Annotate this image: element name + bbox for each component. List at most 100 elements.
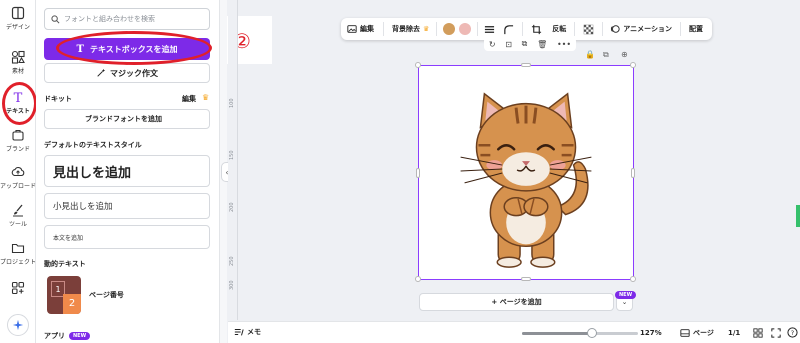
heading-style-card[interactable]: 見出しを追加 [44, 155, 210, 187]
zoom-slider[interactable] [522, 328, 638, 338]
rotate-icon[interactable]: ↻ [489, 40, 496, 49]
corner-rounding-button[interactable] [503, 24, 514, 35]
resize-handle-left[interactable] [416, 168, 420, 178]
resize-handle-tr[interactable] [630, 62, 636, 68]
brand-kit-edit-link[interactable]: 編集 [182, 94, 196, 104]
font-search-input[interactable]: フォントと組み合わせを検索 [44, 8, 210, 30]
checkerboard-icon [583, 24, 594, 34]
subheading-style-card[interactable]: 小見出しを追加 [44, 193, 210, 219]
rounded-corner-icon [504, 24, 514, 34]
animation-icon [611, 25, 620, 33]
magic-write-button[interactable]: マジック作文 [44, 63, 210, 83]
rail-item-apps[interactable] [0, 281, 36, 295]
lines-icon [485, 25, 495, 33]
zoom-slider-fill [522, 332, 592, 335]
flip-button[interactable]: 反転 [552, 24, 566, 34]
zoom-percentage[interactable]: 127% [640, 329, 662, 337]
page-number-label: ページ番号 [89, 291, 124, 299]
subheading-style-text: 小見出しを追加 [53, 202, 113, 212]
duplicate-icon[interactable]: ⧉ [522, 39, 528, 49]
rail-label-uploads: アップロード [0, 183, 37, 190]
ruler-tick-250: 250 [229, 256, 235, 266]
color-swatch-tan[interactable] [443, 23, 456, 35]
zoom-slider-knob[interactable] [586, 328, 597, 338]
ruler-tick-150: 150 [229, 150, 235, 160]
rail-item-design[interactable]: デザイン [0, 6, 36, 31]
border-style-button[interactable] [484, 24, 495, 35]
rail-label-tools: ツール [8, 221, 27, 228]
position-label: 配置 [689, 25, 704, 33]
resize-handle-br[interactable] [630, 276, 636, 282]
notes-button[interactable]: メモ [234, 327, 261, 337]
crown-icon: ♛ [202, 93, 210, 102]
toolbar-divider [602, 22, 604, 36]
apps-section-heading: アプリ NEW [44, 331, 91, 341]
help-icon[interactable]: ? [787, 327, 798, 338]
rail-label-brand: ブランド [5, 146, 30, 153]
rail-item-projects[interactable]: プロジェクト [0, 241, 36, 266]
toolbar-divider [680, 22, 682, 36]
rail-item-elements[interactable]: 素材 [0, 50, 36, 75]
resize-handle-right[interactable] [631, 168, 635, 178]
crop-button[interactable] [531, 24, 542, 35]
canvas-page[interactable] [415, 62, 636, 282]
transparency-button[interactable] [583, 24, 594, 35]
pages-icon [680, 329, 690, 337]
bg-remove-button[interactable]: 背景除去 ♛ [392, 24, 429, 34]
rail-item-brand[interactable]: ブランド [0, 128, 36, 153]
body-style-card[interactable]: 本文を追加 [44, 225, 210, 249]
add-brand-font-label: ブランドフォントを追加 [85, 115, 162, 123]
search-placeholder: フォントと組み合わせを検索 [64, 15, 155, 23]
position-button[interactable]: 配置 [689, 24, 703, 34]
color-swatch-pink[interactable] [459, 23, 472, 35]
fullscreen-icon[interactable] [771, 328, 781, 338]
add-page-button[interactable]: + ページを追加 [419, 293, 614, 311]
edit-image-button[interactable]: 編集 [347, 24, 374, 34]
annotation-oval-add-textbox [56, 31, 212, 65]
chevron-down-icon: ⌄ [621, 298, 628, 306]
image-edit-icon [347, 25, 357, 33]
rail-item-uploads[interactable]: アップロード [0, 165, 36, 190]
rail-label-elements: 素材 [11, 68, 24, 75]
trash-icon[interactable]: 🗑 [537, 40, 547, 49]
brand-icon [12, 129, 24, 141]
resize-handle-bl[interactable] [415, 276, 421, 282]
magic-assistant-button[interactable] [7, 314, 29, 336]
page-number-card[interactable]: 1 2 ページ番号 [44, 273, 210, 317]
resize-handle-top[interactable] [521, 63, 531, 67]
svg-text:?: ? [791, 329, 794, 337]
pages-view-button[interactable]: ページ [680, 328, 714, 338]
cloud-upload-icon [11, 166, 25, 177]
resize-handle-tl[interactable] [415, 62, 421, 68]
add-brand-font-button[interactable]: ブランドフォントを追加 [44, 109, 210, 129]
notes-icon [234, 329, 244, 336]
toolbar-divider [477, 22, 479, 36]
lock-small-icon[interactable]: ⊡ [505, 40, 512, 49]
toolbar-divider [436, 22, 438, 36]
add-page-label: + ページを追加 [491, 298, 542, 306]
resize-handle-bottom[interactable] [521, 277, 531, 281]
more-options-icon[interactable]: ••• [557, 40, 571, 49]
search-icon [51, 14, 60, 23]
page-count: 1/1 [728, 329, 741, 337]
toolbar-divider [574, 22, 576, 36]
apps-heading-text: アプリ [44, 332, 65, 340]
rail-item-tools[interactable]: ツール [0, 203, 36, 228]
bg-remove-label: 背景除去 [392, 25, 420, 33]
page-lock-icon[interactable]: 🔒 [585, 50, 595, 59]
pages-label: ページ [693, 329, 714, 337]
annotation-oval-text-tab [2, 82, 37, 125]
page-duplicate-icon[interactable]: ⧉ [603, 50, 609, 60]
element-quick-actions: ↻ ⊡ ⧉ 🗑 ••• [484, 37, 576, 51]
rail-label-projects: プロジェクト [0, 259, 37, 266]
design-icon [11, 6, 25, 20]
default-text-styles-heading: デフォルトのテキストスタイル [44, 141, 142, 149]
page-number-thumbnail: 1 2 [47, 276, 81, 314]
page-add-icon[interactable]: ⊕ [621, 50, 628, 59]
ruler-tick-100: 100 [229, 98, 235, 108]
magic-write-label: マジック作文 [110, 68, 158, 78]
cat-illustration[interactable] [419, 66, 633, 279]
animate-button[interactable]: アニメーション [610, 24, 672, 34]
add-page-new-badge: NEW [615, 291, 637, 299]
grid-view-icon[interactable] [753, 328, 763, 338]
